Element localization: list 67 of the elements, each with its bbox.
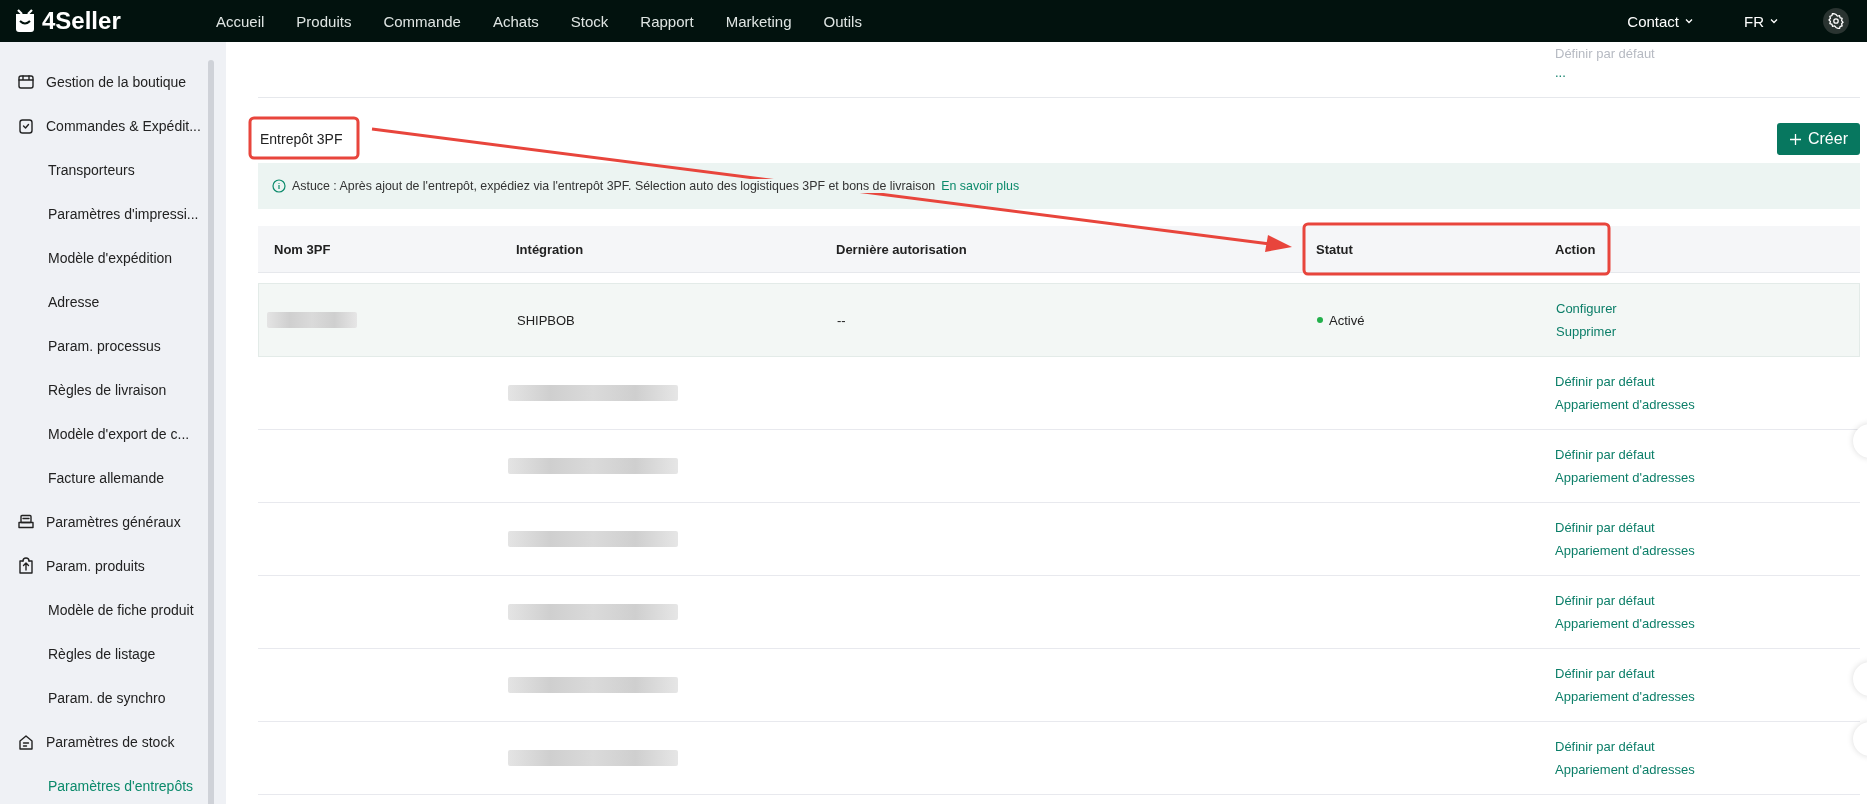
sidebar-item[interactable]: Param. produits — [0, 544, 208, 588]
action-link[interactable]: Définir par défaut — [1555, 739, 1655, 754]
plus-icon — [1789, 132, 1802, 146]
sidebar-item[interactable]: Adresse — [0, 280, 208, 324]
language-menu[interactable]: FR — [1738, 11, 1785, 31]
column-header: Dernière autorisation — [835, 241, 968, 257]
column-header: Action — [1554, 241, 1597, 257]
action-link[interactable]: Appariement d'adresses — [1555, 762, 1695, 777]
house-icon — [17, 733, 35, 751]
action-link[interactable]: Appariement d'adresses — [1555, 397, 1695, 412]
nav-menu-item[interactable]: Accueil — [200, 12, 281, 30]
contact-menu[interactable]: Contact — [1621, 11, 1700, 31]
nav-menu-item[interactable]: Rapport — [624, 12, 710, 30]
settings-icon[interactable] — [1823, 8, 1849, 34]
action-link[interactable]: Appariement d'adresses — [1555, 689, 1695, 704]
sidebar-item[interactable]: Modèle d'expédition — [0, 236, 208, 280]
action-link[interactable]: Configurer — [1556, 301, 1617, 316]
action-link[interactable]: Appariement d'adresses — [1555, 470, 1695, 485]
chevron-down-icon — [1684, 16, 1694, 26]
sidebar-item[interactable]: Règles de listage — [0, 632, 208, 676]
info-icon — [272, 179, 286, 193]
action-link[interactable]: Définir par défaut — [1555, 374, 1655, 389]
action-link[interactable]: Définir par défaut — [1555, 520, 1655, 535]
sidebar-item[interactable]: Paramètres d'impressi... — [0, 192, 208, 236]
action-link[interactable]: Définir par défaut — [1555, 593, 1655, 608]
sidebar-item[interactable]: Gestion de la boutique — [0, 60, 208, 104]
bag-logo-icon — [14, 9, 36, 33]
action-link[interactable]: Définir par défaut — [1555, 666, 1655, 681]
action-link[interactable]: Appariement d'adresses — [1555, 543, 1695, 558]
learn-more-link[interactable]: En savoir plus — [941, 179, 1020, 193]
column-header: Nom 3PF — [273, 241, 332, 257]
sidebar-item[interactable]: Transporteurs — [0, 148, 208, 192]
tip-text: Astuce : Après ajout de l'entrepôt, expédiez via l'entrepôt 3PF. Sélection auto des logistiques 3PF et bons de livraison — [292, 179, 936, 193]
nav-menu-item[interactable]: Achats — [476, 12, 555, 30]
logo-text: 4Seller — [42, 7, 121, 35]
action-link[interactable]: Supprimer — [1556, 324, 1616, 339]
nav-menu-item[interactable]: Marketing — [709, 12, 808, 30]
action-link[interactable]: ... — [1555, 63, 1566, 82]
sidebar-item[interactable]: Modèle d'export de c... — [0, 412, 208, 456]
sidebar-item[interactable]: Commandes & Expédit... — [0, 104, 208, 148]
printer-icon — [17, 513, 35, 531]
create-button[interactable]: Créer — [1777, 123, 1860, 155]
table-cell-text: -- — [836, 313, 846, 328]
sidebar-item[interactable]: Modèle de fiche produit — [0, 588, 208, 632]
action-link[interactable]: Définir par défaut — [1555, 447, 1655, 462]
section-title: Entrepôt 3PF — [259, 131, 343, 147]
table-cell-text: SHIPBOB — [516, 313, 575, 328]
nav-menu-item[interactable]: Stock — [554, 12, 625, 30]
sidebar-item[interactable]: Param. de synchro — [0, 676, 208, 720]
sidebar-item[interactable]: Paramètres de stock — [0, 720, 208, 764]
sidebar-item[interactable]: Paramètres d'entrepôts — [0, 764, 208, 804]
clipboard-check-icon — [17, 117, 35, 135]
column-header: Statut — [1315, 241, 1354, 257]
nav-menu-item[interactable]: Outils — [807, 12, 878, 30]
column-header: Intégration — [515, 241, 585, 257]
nav-menu-item[interactable]: Produits — [280, 12, 368, 30]
status-text: Activé — [1329, 312, 1365, 328]
sidebar-item[interactable]: Param. processus — [0, 324, 208, 368]
shop-icon — [17, 73, 35, 91]
bag-upload-icon — [17, 557, 35, 575]
sidebar-item[interactable]: Règles de livraison — [0, 368, 208, 412]
chevron-down-icon — [1769, 16, 1779, 26]
action-link[interactable]: Appariement d'adresses — [1555, 616, 1695, 631]
sidebar-item[interactable]: Facture allemande — [0, 456, 208, 500]
nav-menu-item[interactable]: Commande — [367, 12, 477, 30]
scrollbar[interactable] — [208, 60, 214, 804]
sidebar-item[interactable]: Paramètres généraux — [0, 500, 208, 544]
